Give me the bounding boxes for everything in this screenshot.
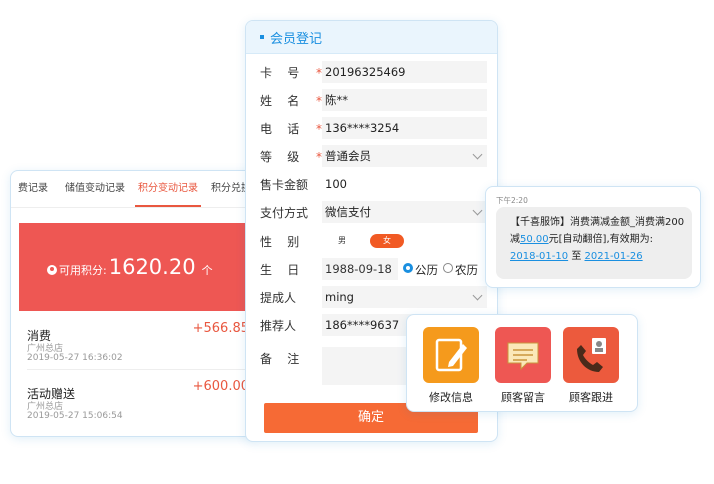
sms-time: 下午2:20	[496, 196, 528, 205]
level-select[interactable]: 普通会员	[322, 145, 487, 167]
available-points-banner: 可用积分: 1620.20 个	[19, 223, 247, 311]
tab-consumption-records[interactable]: 费记录	[11, 171, 59, 207]
available-points-value: 1620.20	[108, 255, 196, 279]
sms-date-from-link[interactable]: 2018-01-10	[510, 251, 568, 262]
bullet-icon	[260, 35, 264, 39]
solar-calendar-label: 公历	[415, 263, 438, 277]
payment-label: 支付方式	[260, 206, 309, 220]
record-amount: +566.85	[192, 321, 249, 336]
name-label: 姓 名	[260, 94, 300, 108]
record-time: 2019-05-27 16:36:02	[27, 353, 123, 363]
member-header: 会员登记	[246, 21, 497, 54]
gender-female-option[interactable]: 女	[370, 234, 404, 248]
sms-to-text: 至	[571, 251, 582, 262]
card-no-label: 卡 号	[260, 66, 300, 80]
card-amount-field[interactable]: 100	[322, 173, 487, 195]
phone-field[interactable]: 136****3254	[322, 117, 487, 139]
edit-info-button[interactable]: 修改信息	[421, 327, 481, 407]
name-field[interactable]: 陈**	[322, 89, 487, 111]
name-row: 姓 名 * 陈**	[246, 89, 497, 113]
record-tabs: 费记录 储值变动记录 积分变动记录 积分兑换记录	[11, 171, 257, 208]
sms-amount-link[interactable]: 50.00	[520, 234, 549, 245]
sms-text-mid: 元[自动翻倍],有效期为:	[548, 234, 653, 245]
level-row: 等 级 * 普通会员	[246, 145, 497, 169]
chevron-down-icon	[472, 149, 483, 160]
chevron-down-icon	[472, 205, 483, 216]
sms-bubble: 【千喜服饰】消费满减金额_消费满200减50.00元[自动翻倍],有效期为: 2…	[496, 207, 692, 279]
customer-message-button[interactable]: 顾客留言	[493, 327, 553, 407]
payment-value: 微信支付	[325, 205, 371, 219]
level-label: 等 级	[260, 150, 300, 164]
payment-row: 支付方式 微信支付	[246, 201, 497, 225]
birthday-field[interactable]: 1988-09-18	[322, 258, 398, 280]
tab-stored-value-records[interactable]: 储值变动记录	[59, 171, 131, 207]
points-history-card: 费记录 储值变动记录 积分变动记录 积分兑换记录 可用积分: 1620.20 个…	[10, 170, 258, 437]
page-title: 会员登记	[270, 31, 323, 47]
card-no-field[interactable]: 20196325469	[322, 61, 487, 83]
phone-row: 电 话 * 136****3254	[246, 117, 497, 141]
message-icon	[495, 327, 551, 383]
phone-label: 电 话	[260, 122, 300, 136]
solar-calendar-radio[interactable]	[403, 263, 413, 273]
remark-label: 备 注	[260, 352, 300, 366]
referrer-value: ming	[325, 290, 354, 304]
list-item[interactable]: 活动赠送 广州总店 2019-05-27 15:06:54 +600.00	[27, 379, 249, 427]
record-amount: +600.00	[192, 379, 249, 394]
chevron-down-icon	[472, 290, 483, 301]
lunar-calendar-radio[interactable]	[443, 263, 453, 273]
list-item[interactable]: 消费 广州总店 2019-05-27 16:36:02 +566.85	[27, 321, 249, 370]
edit-info-label: 修改信息	[429, 391, 473, 404]
record-time: 2019-05-27 15:06:54	[27, 411, 123, 421]
sms-date-to-link[interactable]: 2021-01-26	[585, 251, 643, 262]
payment-select[interactable]: 微信支付	[322, 201, 487, 223]
birthday-row: 生 日 1988-09-18 公历 农历	[246, 258, 497, 282]
referrer-row: 提成人 ming	[246, 286, 497, 310]
customer-followup-label: 顾客跟进	[569, 391, 613, 404]
level-value: 普通会员	[325, 149, 371, 163]
available-points-unit: 个	[201, 264, 213, 277]
gender-label: 性 别	[260, 235, 300, 249]
customer-message-label: 顾客留言	[501, 391, 545, 404]
gender-male-option[interactable]: 男	[338, 235, 346, 246]
edit-icon	[423, 327, 479, 383]
phone-icon	[563, 327, 619, 383]
card-amount-label: 售卡金额	[260, 178, 309, 192]
card-amount-row: 售卡金额 100	[246, 173, 497, 197]
recommender-label: 推荐人	[260, 319, 297, 333]
sms-notification-card: 下午2:20 【千喜服饰】消费满减金额_消费满200减50.00元[自动翻倍],…	[485, 186, 701, 288]
customer-actions-card: 修改信息 顾客留言 顾客跟进	[406, 314, 638, 412]
tab-points-change-records[interactable]: 积分变动记录	[131, 171, 205, 207]
available-points-label: 可用积分:	[59, 264, 107, 277]
card-no-row: 卡 号 * 20196325469	[246, 61, 497, 85]
customer-followup-button[interactable]: 顾客跟进	[561, 327, 621, 407]
birthday-label: 生 日	[260, 263, 300, 277]
lunar-calendar-label: 农历	[455, 263, 478, 277]
referrer-select[interactable]: ming	[322, 286, 487, 308]
referrer-label: 提成人	[260, 291, 297, 305]
gender-row: 性 别 男 女	[246, 230, 497, 254]
coin-icon	[47, 265, 57, 275]
